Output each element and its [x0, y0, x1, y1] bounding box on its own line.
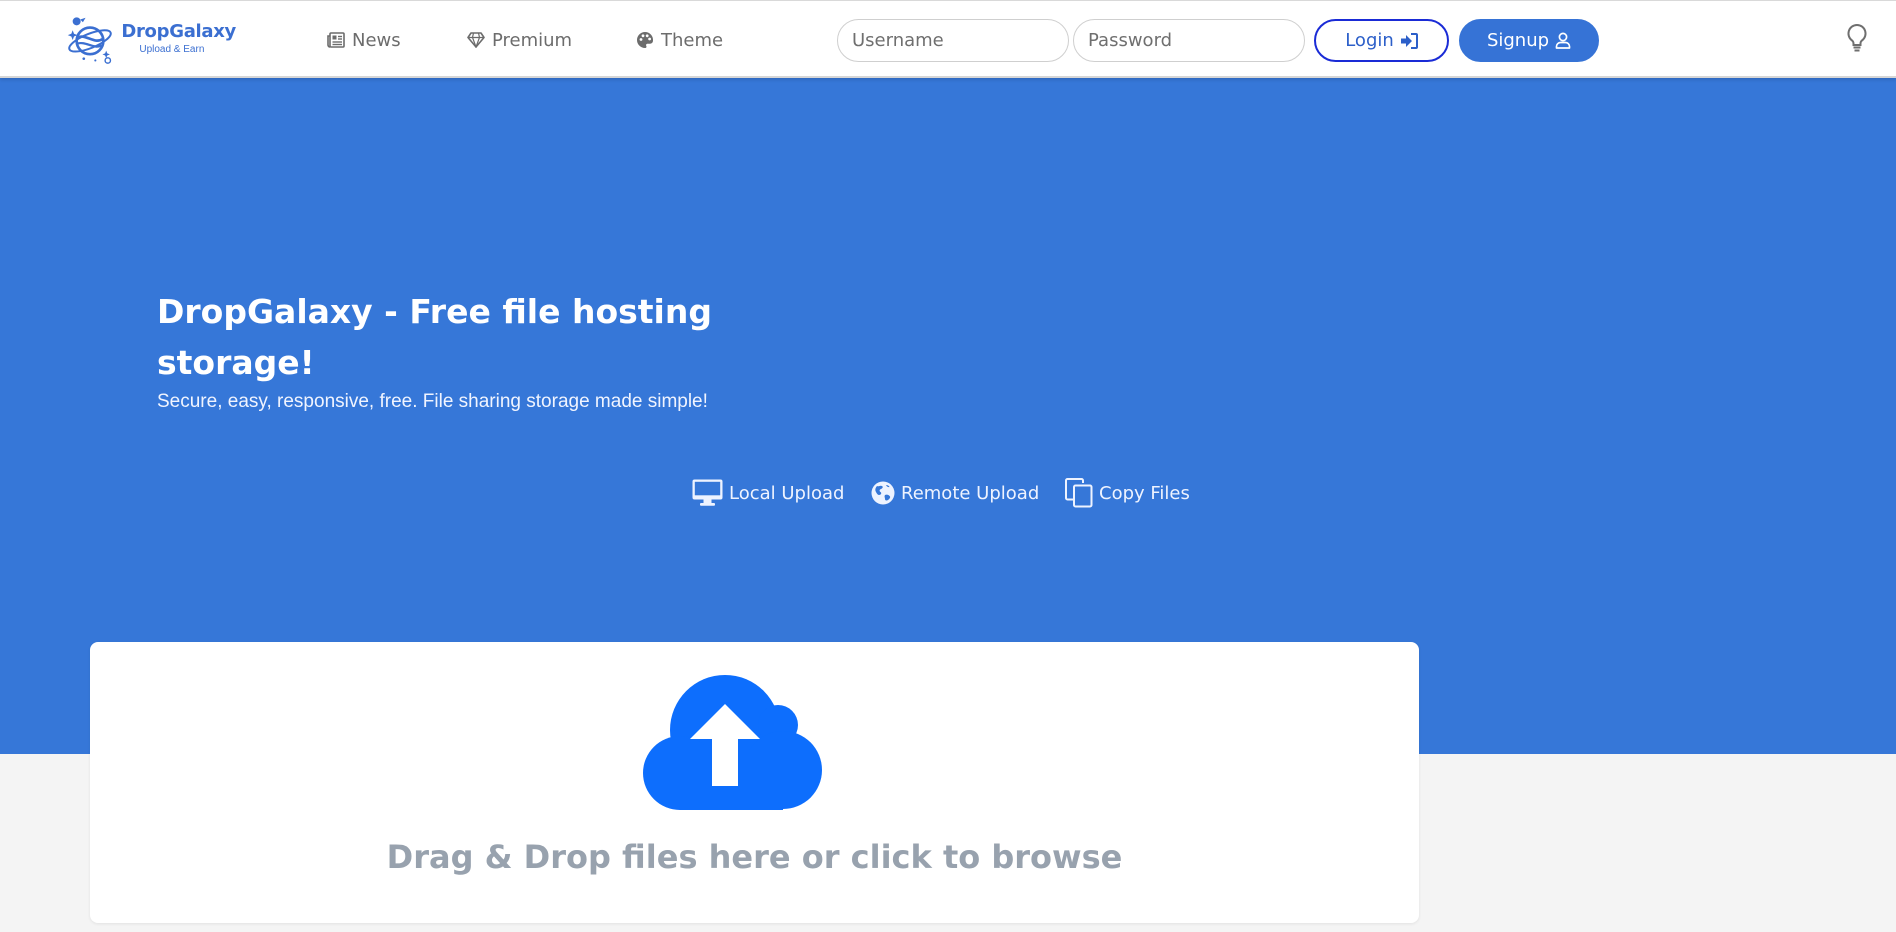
login-button[interactable]: Login: [1314, 19, 1449, 62]
password-input[interactable]: [1073, 19, 1305, 62]
tab-copy-files[interactable]: Copy Files: [1065, 476, 1190, 510]
nav-premium-label: Premium: [492, 29, 573, 51]
username-input[interactable]: [837, 19, 1069, 62]
signup-button[interactable]: Signup: [1459, 19, 1599, 62]
palette-icon: [637, 31, 654, 48]
newspaper-icon: [327, 32, 345, 48]
tab-copy-label: Copy Files: [1099, 482, 1190, 504]
top-navbar: DropGalaxy Upload & Earn News Premium Th…: [0, 0, 1896, 78]
tab-local-label: Local Upload: [729, 482, 845, 504]
user-icon: [1555, 32, 1571, 49]
planet-logo-icon: [67, 17, 112, 64]
tab-remote-upload[interactable]: Remote Upload: [871, 476, 1039, 510]
brand-name: DropGalaxy: [121, 21, 236, 42]
cloud-upload-icon: [643, 675, 822, 810]
nav-news-label: News: [352, 29, 401, 51]
brand-tagline: Upload & Earn: [139, 44, 205, 55]
sign-in-icon: [1400, 32, 1418, 49]
nav-premium-link[interactable]: Premium: [467, 27, 572, 53]
upload-dropzone[interactable]: Drag & Drop files here or click to brows…: [90, 642, 1419, 923]
tab-local-upload[interactable]: Local Upload: [692, 476, 844, 510]
nav-theme-link[interactable]: Theme: [636, 27, 723, 53]
signup-label: Signup: [1486, 30, 1550, 51]
brand-logo[interactable]: DropGalaxy Upload & Earn: [66, 11, 236, 69]
gem-icon: [467, 32, 485, 48]
login-label: Login: [1345, 30, 1394, 51]
copy-icon: [1065, 478, 1093, 508]
nav-news-link[interactable]: News: [327, 27, 401, 53]
nav-theme-label: Theme: [661, 29, 724, 51]
hero-subtitle: Secure, easy, responsive, free. File sha…: [157, 391, 708, 412]
dropzone-prompt: Drag & Drop files here or click to brows…: [386, 838, 1123, 876]
tab-remote-label: Remote Upload: [901, 482, 1040, 504]
globe-icon: [871, 481, 895, 505]
hero-title: DropGalaxy - Free file hosting storage!: [157, 292, 712, 382]
lightbulb-icon[interactable]: [1845, 23, 1869, 53]
desktop-icon: [692, 479, 723, 506]
